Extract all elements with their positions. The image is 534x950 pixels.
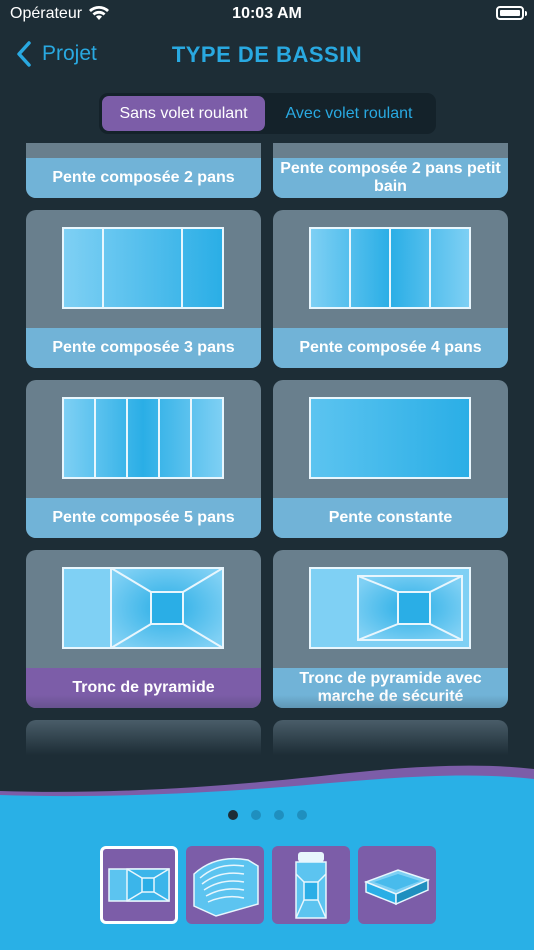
pool-card-pente-3-pans[interactable]: Pente composée 3 pans bbox=[26, 210, 261, 368]
pool-card-pente-constante[interactable]: Pente constante bbox=[273, 380, 508, 538]
pool-5-pans-icon bbox=[62, 397, 224, 479]
back-label: Projet bbox=[42, 42, 97, 65]
card-label: Pente composée 5 pans bbox=[26, 498, 261, 538]
pool-constant-slope-icon bbox=[309, 397, 471, 479]
card-label: Pente composée 4 pans bbox=[273, 328, 508, 368]
pool-card-pente-2-pans-petit-bain[interactable]: Pente composée 2 pans petit bain bbox=[273, 143, 508, 198]
pool-card-pente-2-pans[interactable]: Pente composée 2 pans bbox=[26, 143, 261, 198]
card-label: Tronc de pyramide avec marche de sécurit… bbox=[273, 668, 508, 708]
pool-card-partial[interactable] bbox=[26, 720, 261, 755]
pool-3-pans-icon bbox=[62, 227, 224, 309]
pool-card-tronc-de-pyramide[interactable]: Tronc de pyramide bbox=[26, 550, 261, 708]
tool-pyramid-pool[interactable] bbox=[100, 846, 178, 924]
battery-icon bbox=[496, 6, 527, 20]
page-dot[interactable] bbox=[250, 810, 261, 820]
page-dot[interactable] bbox=[273, 810, 284, 820]
page-indicator bbox=[0, 810, 534, 820]
pool-pyramid-step-icon bbox=[309, 567, 471, 649]
wifi-icon bbox=[89, 5, 109, 20]
card-label: Pente constante bbox=[273, 498, 508, 538]
carrier-label: Opérateur bbox=[10, 5, 83, 22]
pool-card-partial[interactable] bbox=[273, 720, 508, 755]
pool-category-toolbar bbox=[100, 846, 436, 924]
staircase-pool-icon bbox=[193, 857, 259, 917]
pyramid-pool-icon bbox=[108, 868, 170, 902]
page-dot[interactable] bbox=[296, 810, 307, 820]
tool-staircase-pool[interactable] bbox=[186, 846, 264, 924]
segment-sans-volet[interactable]: Sans volet roulant bbox=[102, 96, 265, 131]
pool-card-pente-5-pans[interactable]: Pente composée 5 pans bbox=[26, 380, 261, 538]
status-bar: Opérateur 10:03 AM bbox=[0, 0, 534, 30]
pool-type-grid[interactable]: Pente composée 2 pans Pente composée 2 p… bbox=[0, 143, 534, 755]
segment-avec-volet[interactable]: Avec volet roulant bbox=[265, 96, 433, 131]
pool-card-tronc-de-pyramide-marche[interactable]: Tronc de pyramide avec marche de sécurit… bbox=[273, 550, 508, 708]
pool-with-ladder-icon bbox=[295, 852, 327, 919]
card-label: Pente composée 2 pans petit bain bbox=[273, 158, 508, 198]
pool-card-pente-4-pans[interactable]: Pente composée 4 pans bbox=[273, 210, 508, 368]
card-label: Tronc de pyramide bbox=[26, 668, 261, 708]
pool-pyramid-icon bbox=[62, 567, 224, 649]
pool-pyramid-icon bbox=[62, 737, 224, 755]
back-button[interactable]: Projet bbox=[14, 38, 97, 70]
pool-rounded-icon bbox=[309, 737, 471, 755]
pool-4-pans-icon bbox=[309, 227, 471, 309]
chevron-left-icon bbox=[17, 41, 31, 67]
tool-ladder-pool[interactable] bbox=[272, 846, 350, 924]
card-label: Pente composée 2 pans bbox=[26, 158, 261, 198]
card-label: Pente composée 3 pans bbox=[26, 328, 261, 368]
page-dot[interactable] bbox=[227, 810, 238, 820]
segmented-control: Sans volet roulant Avec volet roulant bbox=[99, 93, 436, 134]
3d-pool-icon bbox=[363, 869, 431, 906]
tool-3d-pool[interactable] bbox=[358, 846, 436, 924]
